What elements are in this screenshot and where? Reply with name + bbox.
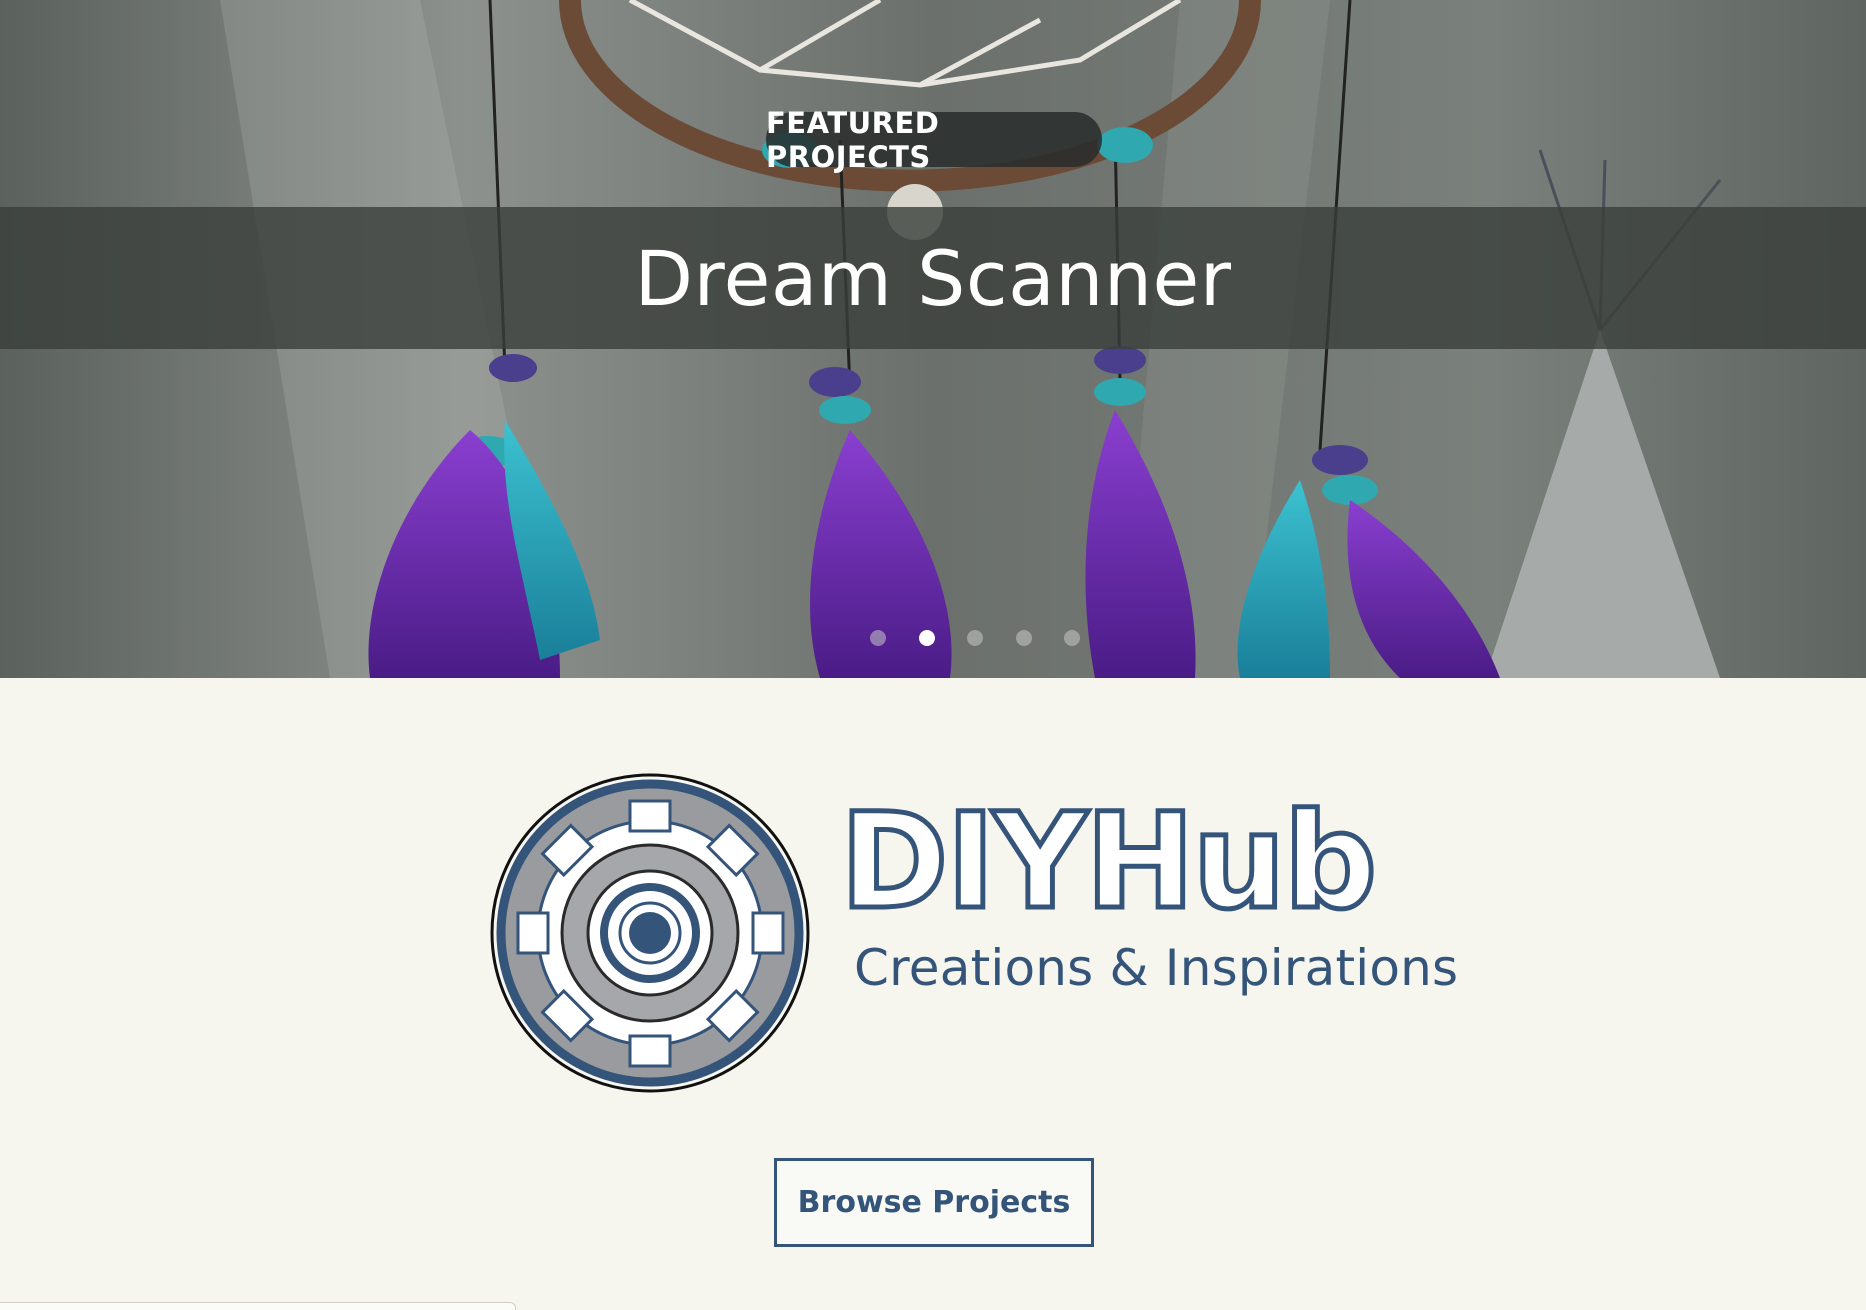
featured-carousel[interactable]: FEATURED PROJECTS Dream Scanner	[0, 0, 1866, 678]
carousel-dot-5[interactable]	[1064, 630, 1080, 646]
brand-logo: DIYHub Creations & Inspirations	[488, 771, 1458, 1097]
brand-wordmark: DIYHub	[840, 789, 1380, 934]
carousel-dot-3[interactable]	[967, 630, 983, 646]
browse-projects-button[interactable]: Browse Projects	[774, 1158, 1094, 1247]
browse-projects-label: Browse Projects	[797, 1185, 1071, 1220]
slide-title[interactable]: Dream Scanner	[634, 234, 1231, 323]
carousel-indicators	[870, 627, 1080, 649]
page: FEATURED PROJECTS Dream Scanner DIYHub C…	[0, 0, 1866, 1310]
slide-caption-band: Dream Scanner	[0, 207, 1866, 349]
carousel-dot-2[interactable]	[918, 630, 935, 646]
featured-projects-label: FEATURED PROJECTS	[766, 105, 940, 174]
bottom-left-panel-edge	[0, 1302, 516, 1310]
brand-tagline: Creations & Inspirations	[854, 939, 1459, 997]
gear-logo-icon	[490, 773, 810, 1093]
brand-name: DIYHub	[840, 789, 1375, 934]
featured-projects-badge: FEATURED PROJECTS	[766, 106, 1102, 174]
carousel-dot-1[interactable]	[870, 630, 886, 646]
carousel-dot-4[interactable]	[1015, 630, 1032, 646]
